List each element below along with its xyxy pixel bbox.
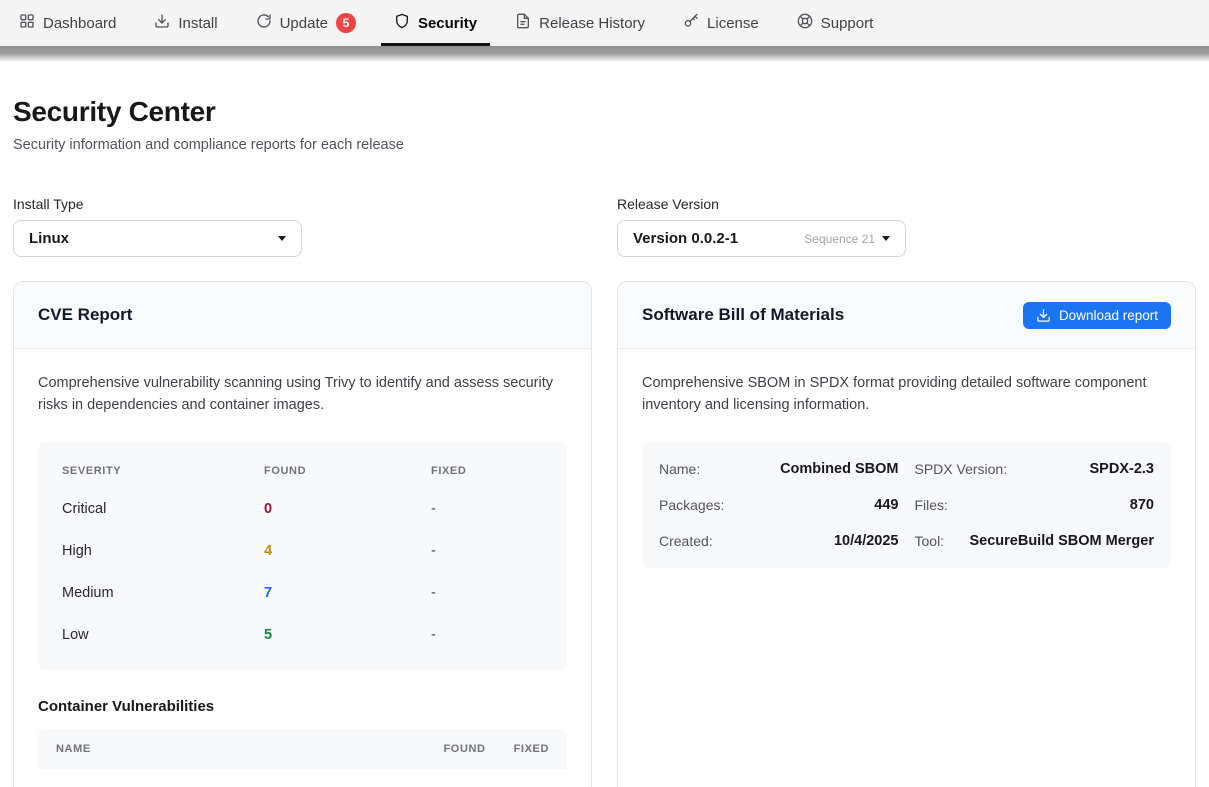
severity-table: Severity Found Fixed Critical 0 - High 4…	[38, 442, 567, 670]
severity-table-header: Severity Found Fixed	[62, 454, 543, 488]
fixed-col-header: Fixed	[514, 743, 549, 755]
download-report-label: Download report	[1059, 308, 1158, 323]
filters-row: Install Type Linux Release Version Versi…	[13, 196, 1196, 257]
release-version-value: Version 0.0.2-1	[633, 230, 738, 247]
table-row: Low 5 -	[62, 614, 543, 656]
sbom-info-cell: Files: 870	[915, 487, 1155, 523]
table-row: Medium 7 -	[62, 572, 543, 614]
container-vulnerabilities-header: Name Found Fixed	[38, 729, 567, 769]
file-text-icon	[515, 13, 531, 33]
sbom-info-cell: Created: 10/4/2025	[659, 523, 899, 559]
table-row: Critical 0 -	[62, 488, 543, 530]
key-icon	[683, 13, 699, 33]
found-col-header: Found	[264, 465, 431, 477]
nav-item-license[interactable]: License	[670, 0, 772, 46]
table-row: High 4 -	[62, 530, 543, 572]
sbom-info-cell: Tool: SecureBuild SBOM Merger	[915, 523, 1155, 559]
nav-label: Security	[418, 15, 477, 32]
page-subtitle: Security information and compliance repo…	[13, 137, 1196, 153]
cve-description: Comprehensive vulnerability scanning usi…	[38, 373, 567, 416]
container-vulnerabilities-title: Container Vulnerabilities	[38, 698, 567, 715]
nav-item-update[interactable]: Update 5	[243, 0, 369, 46]
install-type-label: Install Type	[13, 196, 592, 212]
sbom-info-cell: SPDX Version: SPDX-2.3	[915, 451, 1155, 487]
sbom-card: Software Bill of Materials Download repo…	[617, 281, 1196, 787]
download-icon	[1036, 308, 1051, 323]
install-type-select[interactable]: Linux	[13, 220, 302, 257]
sbom-info-cell: Packages: 449	[659, 487, 899, 523]
release-version-select[interactable]: Version 0.0.2-1 Sequence 21	[617, 220, 906, 257]
cve-card-title: CVE Report	[38, 305, 132, 325]
nav-item-dashboard[interactable]: Dashboard	[6, 0, 129, 46]
lifebuoy-icon	[797, 13, 813, 33]
download-report-button[interactable]: Download report	[1023, 302, 1171, 329]
nav-label: Update	[280, 15, 328, 32]
cve-card-header: CVE Report	[14, 282, 591, 349]
nav-item-support[interactable]: Support	[784, 0, 887, 46]
header-shadow-band	[0, 46, 1209, 62]
refresh-icon	[256, 13, 272, 33]
found-col-header: Found	[443, 743, 485, 755]
severity-col-header: Severity	[62, 465, 264, 477]
update-count-badge: 5	[336, 13, 356, 33]
sbom-info-grid: Name: Combined SBOM SPDX Version: SPDX-2…	[642, 442, 1171, 568]
release-version-label: Release Version	[617, 196, 1196, 212]
sbom-card-title: Software Bill of Materials	[642, 305, 844, 325]
sbom-info-cell: Name: Combined SBOM	[659, 451, 899, 487]
dashboard-icon	[19, 13, 35, 33]
nav-item-release-history[interactable]: Release History	[502, 0, 658, 46]
cards-row: CVE Report Comprehensive vulnerability s…	[13, 281, 1196, 787]
page-title: Security Center	[13, 96, 1196, 128]
sbom-description: Comprehensive SBOM in SPDX format provid…	[642, 373, 1158, 416]
top-nav: Dashboard Install Update 5 Security Rele…	[0, 0, 1209, 46]
name-col-header: Name	[56, 743, 415, 755]
chevron-down-icon	[278, 236, 286, 241]
sequence-label: Sequence 21	[804, 232, 875, 246]
nav-label: Release History	[539, 15, 645, 32]
nav-label: Install	[178, 15, 217, 32]
nav-label: License	[707, 15, 759, 32]
sbom-card-header: Software Bill of Materials Download repo…	[618, 282, 1195, 349]
shield-icon	[394, 13, 410, 33]
fixed-col-header: Fixed	[431, 465, 543, 477]
install-type-value: Linux	[29, 230, 69, 247]
chevron-down-icon	[882, 236, 890, 241]
download-icon	[154, 13, 170, 33]
nav-label: Dashboard	[43, 15, 116, 32]
nav-label: Support	[821, 15, 874, 32]
cve-report-card: CVE Report Comprehensive vulnerability s…	[13, 281, 592, 787]
nav-item-install[interactable]: Install	[141, 0, 230, 46]
main-content: Security Center Security information and…	[0, 96, 1209, 787]
nav-item-security[interactable]: Security	[381, 0, 490, 46]
